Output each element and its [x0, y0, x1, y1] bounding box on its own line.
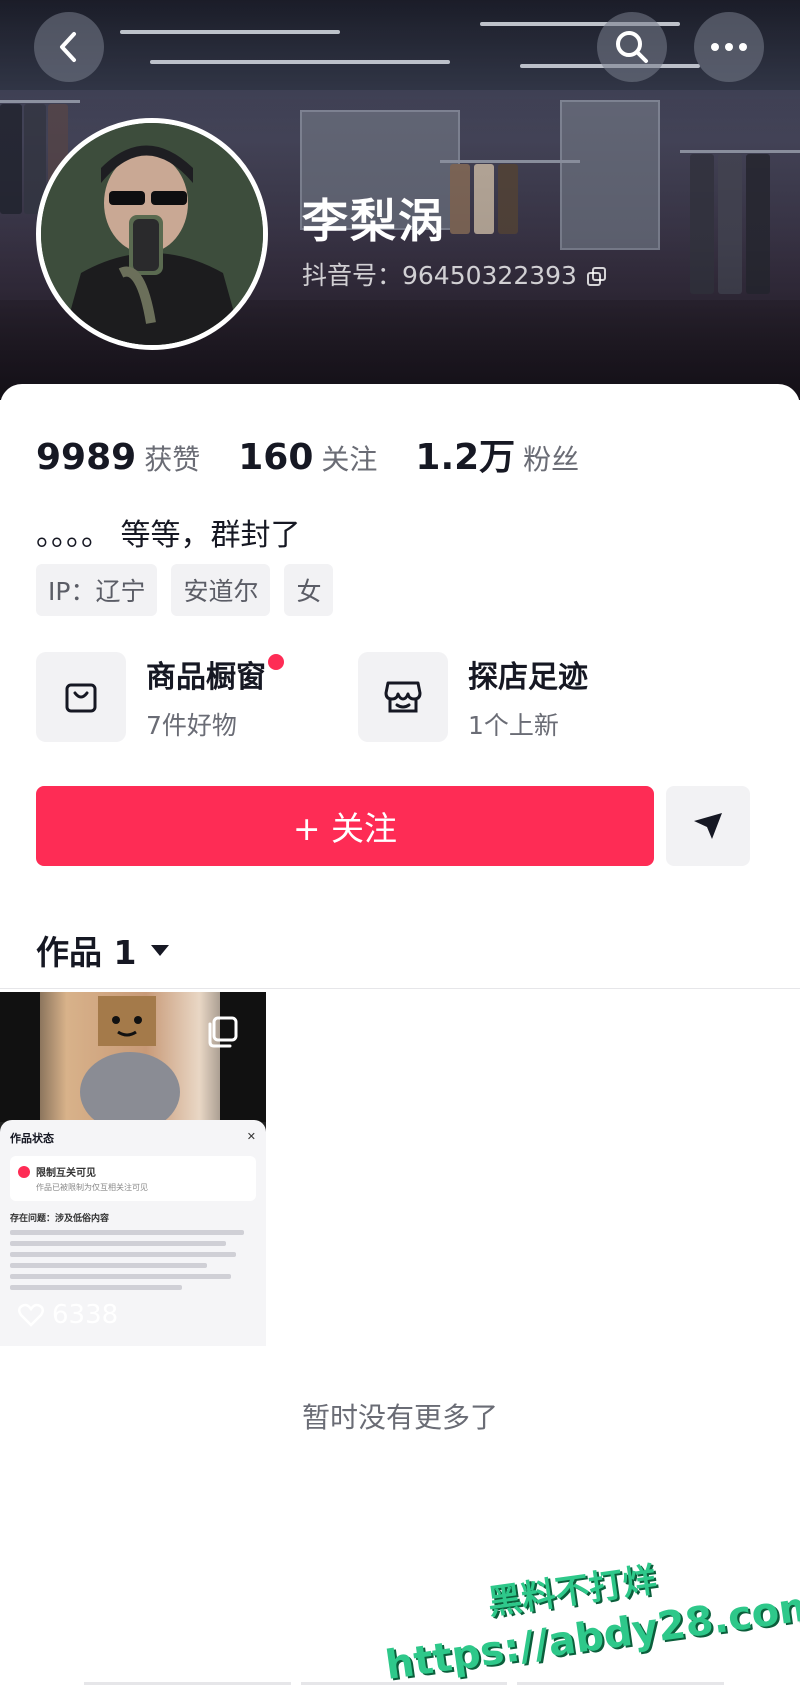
service-title: 商品橱窗: [146, 660, 266, 695]
notification-dot: [268, 654, 284, 670]
issue-text: 存在问题：涉及低俗内容: [10, 1214, 110, 1224]
search-icon: [616, 31, 648, 63]
status-desc: 作品已被限制为仅互相关注可见: [36, 1183, 148, 1192]
divider-segment: [517, 1682, 725, 1685]
tag-location: 安道尔: [171, 564, 271, 616]
copy-icon[interactable]: [586, 264, 607, 286]
profile-name: 李梨涡: [302, 194, 446, 248]
status-box: 限制互关可见 作品已被限制为仅互相关注可见: [10, 1156, 256, 1201]
send-icon: [694, 813, 722, 839]
status-text: 限制互关可见: [36, 1168, 96, 1179]
douyin-id-text: 抖音号：96450322393: [302, 261, 577, 290]
avatar[interactable]: [36, 118, 268, 350]
stat-following[interactable]: 160 关注: [238, 437, 377, 478]
search-button[interactable]: [597, 12, 667, 82]
follow-label: + 关注: [292, 809, 398, 848]
back-button[interactable]: [34, 12, 104, 82]
stat-followers[interactable]: 1.2万 粉丝: [415, 428, 579, 480]
avatar-illustration: [41, 123, 263, 345]
heart-icon: [18, 1303, 44, 1327]
more-button[interactable]: [694, 12, 764, 82]
divider-segment: [84, 1682, 291, 1685]
thumbnail-photo: [0, 992, 266, 1132]
text-line: [10, 1285, 183, 1290]
douyin-id: 抖音号：96450322393: [302, 256, 607, 292]
tab-works-label: 作品 1: [36, 933, 137, 972]
more-horizontal-icon: [711, 43, 747, 51]
follow-button[interactable]: + 关注: [36, 786, 654, 866]
store-visit-entry[interactable]: 探店足迹 1个上新: [358, 652, 588, 742]
text-line: [10, 1241, 227, 1246]
tag-gender: 女: [284, 564, 334, 616]
stat-label: 关注: [321, 443, 378, 476]
bottom-divider: [84, 1682, 725, 1685]
tab-divider: [0, 988, 800, 989]
service-title: 探店足迹: [468, 660, 588, 695]
share-button[interactable]: [666, 786, 750, 866]
text-line: [10, 1274, 232, 1279]
chevron-left-icon: [60, 32, 76, 62]
stat-label: 粉丝: [523, 443, 580, 476]
text-line: [10, 1263, 207, 1268]
likes-count: 6338: [52, 1300, 119, 1330]
close-icon: ✕: [246, 1130, 256, 1143]
service-subtitle: 1个上新: [468, 711, 559, 740]
stat-likes[interactable]: 9989 获赞: [36, 437, 200, 478]
warning-icon: [18, 1165, 30, 1178]
tag-ip: IP：辽宁: [36, 564, 158, 616]
multi-image-icon: [206, 1016, 238, 1048]
no-more-text: 暂时没有更多了: [301, 1401, 498, 1434]
caret-down-icon: [151, 945, 170, 956]
shop-icon: [358, 652, 448, 742]
stat-value: 9989: [36, 437, 137, 478]
stat-value: 1.2万: [415, 437, 516, 478]
profile-bio: 。。。。 等等，群封了: [36, 518, 301, 553]
video-likes: 6338: [18, 1300, 118, 1330]
panel-title: 作品状态: [10, 1132, 54, 1145]
profile-tags: IP：辽宁 安道尔 女: [36, 564, 334, 616]
service-subtitle: 7件好物: [146, 711, 237, 740]
profile-stats: 9989 获赞 160 关注 1.2万 粉丝: [36, 428, 617, 480]
text-line: [10, 1230, 244, 1235]
divider-segment: [300, 1682, 508, 1685]
product-showcase-entry[interactable]: 商品橱窗 7件好物: [36, 652, 284, 742]
text-line: [10, 1252, 237, 1257]
stat-value: 160: [238, 437, 314, 478]
shopping-bag-icon: [36, 652, 126, 742]
tab-works[interactable]: 作品 1: [36, 926, 170, 974]
stat-label: 获赞: [144, 443, 201, 476]
